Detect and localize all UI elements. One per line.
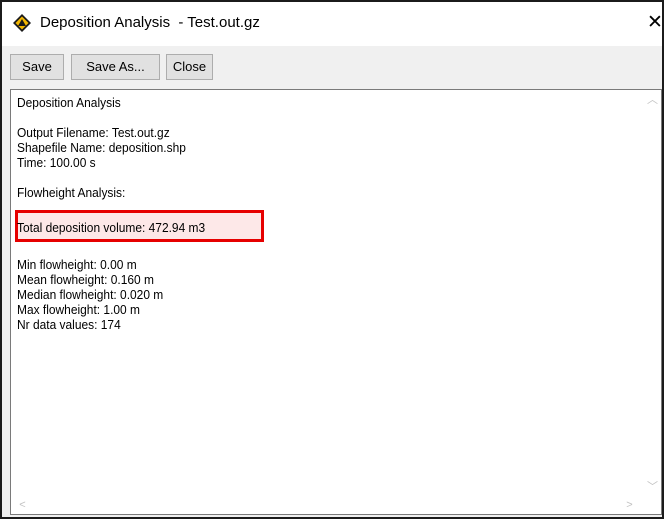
output-filename-line: Output Filename: Test.out.gz [17, 125, 170, 140]
mean-flowheight-line: Mean flowheight: 0.160 m [17, 272, 154, 287]
close-button[interactable]: Close [166, 54, 213, 80]
scroll-left-icon[interactable]: < [14, 497, 31, 514]
max-flowheight-line: Max flowheight: 1.00 m [17, 302, 140, 317]
horizontal-scrollbar[interactable]: < > [11, 497, 661, 514]
deposition-analysis-window: Deposition Analysis - Test.out.gz ✕ Save… [0, 0, 664, 519]
nr-data-values-line: Nr data values: 174 [17, 317, 121, 332]
vertical-scrollbar[interactable]: ︿ ﹀ [644, 90, 661, 498]
warning-diamond-icon [12, 13, 32, 33]
scroll-down-icon[interactable]: ﹀ [644, 479, 661, 496]
save-button[interactable]: Save [10, 54, 64, 80]
scroll-up-icon[interactable]: ︿ [644, 92, 661, 109]
save-as-button[interactable]: Save As... [71, 54, 160, 80]
report-heading: Deposition Analysis [17, 95, 121, 110]
time-line: Time: 100.00 s [17, 155, 96, 170]
scroll-right-icon[interactable]: > [621, 497, 638, 514]
window-title: Deposition Analysis - Test.out.gz [40, 14, 260, 31]
title-bar[interactable]: Deposition Analysis - Test.out.gz ✕ [2, 2, 662, 46]
flowheight-heading: Flowheight Analysis: [17, 185, 126, 200]
report-textbox[interactable]: Deposition Analysis Output Filename: Tes… [10, 89, 662, 515]
min-flowheight-line: Min flowheight: 0.00 m [17, 257, 137, 272]
total-deposition-line: Total deposition volume: 472.94 m3 [17, 220, 206, 235]
close-window-icon[interactable]: ✕ [647, 10, 662, 36]
shapefile-name-line: Shapefile Name: deposition.shp [17, 140, 186, 155]
toolbar: Save Save As... Close [2, 46, 662, 90]
median-flowheight-line: Median flowheight: 0.020 m [17, 287, 164, 302]
